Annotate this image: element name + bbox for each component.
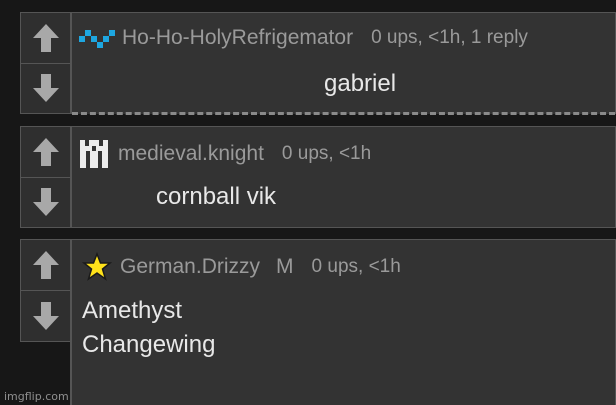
arrow-down-icon: [32, 301, 59, 330]
mod-flag: M: [276, 255, 294, 278]
downvote-button[interactable]: [21, 290, 70, 341]
comments-page: Ho-Ho-HolyRefrigemator 0 ups, <1h, 1 rep…: [0, 0, 616, 405]
comment-header: Ho-Ho-HolyRefrigemator 0 ups, <1h, 1 rep…: [78, 26, 528, 50]
arrow-up-icon: [32, 24, 59, 52]
username[interactable]: medieval.knight: [118, 142, 264, 166]
comment-body: Ho-Ho-HolyRefrigemator 0 ups, <1h, 1 rep…: [70, 12, 616, 115]
comment-3: German.Drizzy M 0 ups, <1h Amethyst Chan…: [0, 239, 616, 405]
comment-header: German.Drizzy M 0 ups, <1h: [82, 252, 401, 282]
comment-stats: 0 ups, <1h: [311, 256, 401, 277]
upvote-button[interactable]: [21, 13, 70, 64]
downvote-button[interactable]: [21, 63, 70, 113]
vote-column: [20, 126, 70, 228]
arrow-up-icon: [32, 251, 59, 279]
yellow-star-icon: [82, 252, 112, 282]
comment-1: Ho-Ho-HolyRefrigemator 0 ups, <1h, 1 rep…: [0, 12, 616, 115]
upvote-button[interactable]: [21, 240, 70, 291]
vote-column: [20, 12, 70, 114]
username[interactable]: German.Drizzy: [120, 255, 260, 279]
comment-body: German.Drizzy M 0 ups, <1h Amethyst Chan…: [70, 239, 616, 405]
downvote-button[interactable]: [21, 177, 70, 227]
comment-text: gabriel: [324, 70, 397, 97]
comment-text: cornball vik: [156, 183, 277, 210]
comment-text-line-2: Changewing: [82, 331, 216, 358]
comment-2: medieval.knight 0 ups, <1h cornball vik: [0, 126, 616, 228]
vote-column: [20, 239, 70, 342]
comment-stats: 0 ups, <1h, 1 reply: [371, 27, 528, 48]
arrow-down-icon: [32, 188, 59, 216]
blue-pixel-zigzag-icon: [78, 26, 118, 50]
reply-divider: [72, 112, 615, 115]
username[interactable]: Ho-Ho-HolyRefrigemator: [122, 26, 353, 50]
arrow-up-icon: [32, 138, 59, 166]
comment-stats: 0 ups, <1h: [281, 143, 372, 164]
watermark: imgflip.com: [4, 390, 69, 403]
comment-body: medieval.knight 0 ups, <1h cornball vik: [70, 126, 616, 228]
upvote-button[interactable]: [21, 127, 70, 178]
comment-header: medieval.knight 0 ups, <1h: [78, 138, 371, 170]
castle-icon: [78, 138, 110, 170]
comment-text-line-1: Amethyst: [82, 297, 183, 324]
arrow-down-icon: [32, 74, 59, 102]
